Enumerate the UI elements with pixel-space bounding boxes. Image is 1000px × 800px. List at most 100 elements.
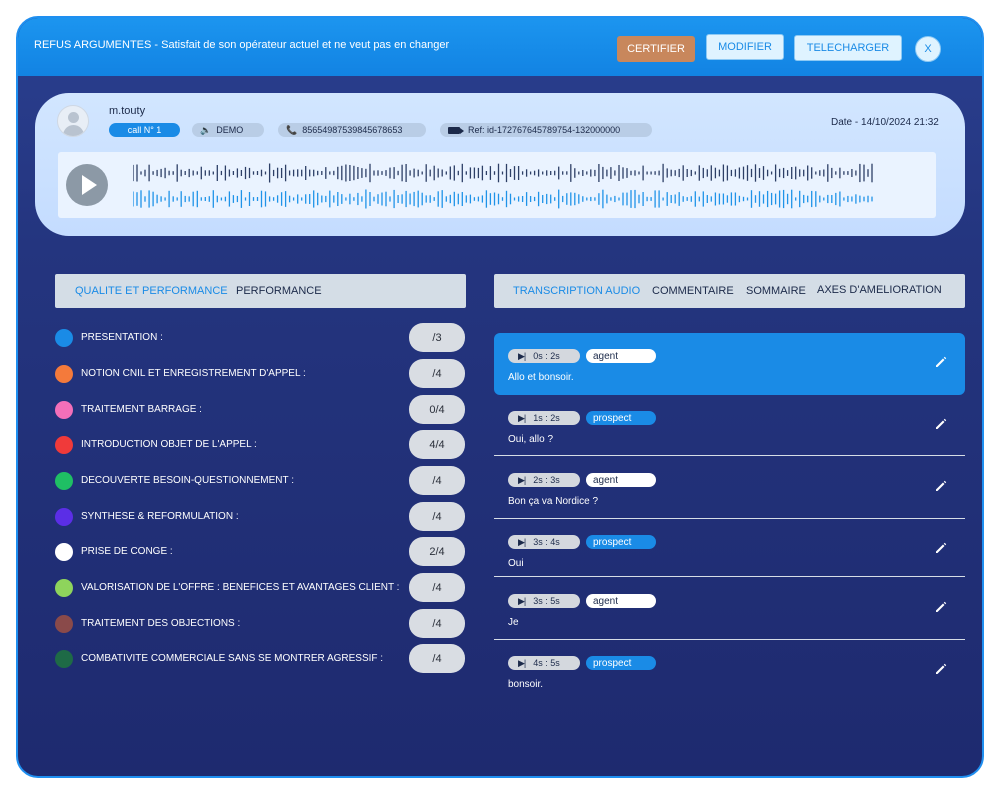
segment-play-button[interactable]: ▶| 3s : 5s: [508, 594, 580, 608]
header-bar: REFUS ARGUMENTES - Satisfait de son opér…: [18, 18, 982, 76]
criterion-color-dot: [55, 615, 73, 633]
segment-time: 3s : 4s: [533, 537, 560, 547]
criterion-color-dot: [55, 329, 73, 347]
criterion-row: SYNTHESE & REFORMULATION : /4: [53, 502, 468, 532]
criterion-label: TRAITEMENT BARRAGE :: [81, 404, 202, 415]
criterion-label: INTRODUCTION OBJET DE L'APPEL :: [81, 439, 257, 450]
criterion-row: VALORISATION DE L'OFFRE : BENEFICES ET A…: [53, 573, 468, 603]
criterion-color-dot: [55, 508, 73, 526]
tab-qualite-et-performance[interactable]: QUALITE ET PERFORMANCE: [75, 285, 228, 297]
pencil-icon[interactable]: [934, 479, 948, 493]
segment-play-button[interactable]: ▶| 2s : 3s: [508, 473, 580, 487]
criterion-label: TRAITEMENT DES OBJECTIONS :: [81, 618, 241, 629]
segment-play-button[interactable]: ▶| 3s : 4s: [508, 535, 580, 549]
play-pause-icon: ▶|: [518, 657, 526, 668]
criterion-color-dot: [55, 365, 73, 383]
call-outcome-title: REFUS ARGUMENTES - Satisfait de son opér…: [34, 39, 450, 51]
phone-badge: 📞 85654987539845678653: [278, 123, 426, 137]
certifier-button[interactable]: CERTIFIER: [617, 36, 695, 62]
transcript-tabs: TRANSCRIPTION AUDIO COMMENTAIRE SOMMAIRE…: [494, 274, 965, 308]
tab-axes-amelioration[interactable]: AXES D'AMELIORATION: [817, 284, 942, 296]
transcript-item[interactable]: ▶| 4s : 5s prospect bonsoir.: [494, 640, 965, 702]
transcript-text: Je: [508, 617, 519, 628]
criterion-label: PRESENTATION :: [81, 332, 163, 343]
segment-play-button[interactable]: ▶| 4s : 5s: [508, 656, 580, 670]
criterion-row: DECOUVERTE BESOIN-QUESTIONNEMENT : /4: [53, 466, 468, 496]
play-pause-icon: ▶|: [518, 412, 526, 423]
tab-commentaire[interactable]: COMMENTAIRE: [652, 285, 734, 297]
transcript-text: Oui: [508, 558, 524, 569]
username: m.touty: [109, 105, 146, 117]
segment-time: 2s : 3s: [533, 475, 560, 485]
criteria-tabs: QUALITE ET PERFORMANCE PERFORMANCE: [55, 274, 466, 308]
audio-player: [58, 152, 936, 218]
transcript-text: bonsoir.: [508, 679, 544, 690]
segment-time: 4s : 5s: [533, 658, 560, 668]
criterion-score[interactable]: 0/4: [409, 395, 465, 424]
criterion-label: DECOUVERTE BESOIN-QUESTIONNEMENT :: [81, 475, 294, 486]
transcript-item[interactable]: ▶| 3s : 4s prospect Oui: [494, 519, 965, 577]
call-info-card: m.touty call N° 1 🔈 DEMO 📞 8565498753984…: [35, 93, 965, 236]
criterion-score[interactable]: 2/4: [409, 537, 465, 566]
modifier-button[interactable]: MODIFIER: [706, 34, 784, 60]
criterion-color-dot: [55, 543, 73, 561]
pencil-icon[interactable]: [934, 662, 948, 676]
call-number-label: call N° 1: [127, 125, 162, 135]
criterion-color-dot: [55, 472, 73, 490]
tab-transcription-audio[interactable]: TRANSCRIPTION AUDIO: [513, 285, 640, 297]
pencil-icon[interactable]: [934, 417, 948, 431]
avatar-head-icon: [68, 112, 79, 123]
tab-sommaire[interactable]: SOMMAIRE: [746, 285, 806, 297]
transcript-item[interactable]: ▶| 2s : 3s agent Bon ça va Nordice ?: [494, 457, 965, 519]
speaker-icon: 🔈: [200, 124, 212, 135]
speaker-badge: prospect: [586, 411, 656, 425]
reference-badge: Ref: id-172767645789754-132000000: [440, 123, 652, 137]
criterion-row: TRAITEMENT BARRAGE : 0/4: [53, 395, 468, 425]
criterion-row: PRESENTATION : /3: [53, 323, 468, 353]
reference-id: Ref: id-172767645789754-132000000: [468, 125, 621, 135]
criterion-color-dot: [55, 401, 73, 419]
segment-time: 3s : 5s: [533, 596, 560, 606]
criterion-row: INTRODUCTION OBJET DE L'APPEL : 4/4: [53, 430, 468, 460]
criterion-score[interactable]: /4: [409, 573, 465, 602]
transcript-item[interactable]: ▶| 3s : 5s agent Je: [494, 578, 965, 640]
waveform-agent[interactable]: [133, 163, 876, 183]
transcript-item[interactable]: ▶| 1s : 2s prospect Oui, allo ?: [494, 395, 965, 456]
call-date: Date - 14/10/2024 21:32: [831, 117, 939, 128]
pencil-icon[interactable]: [934, 541, 948, 555]
play-pause-icon: ▶|: [518, 350, 526, 361]
pencil-icon[interactable]: [934, 600, 948, 614]
criterion-score[interactable]: /4: [409, 359, 465, 388]
telecharger-button[interactable]: TELECHARGER: [794, 35, 902, 61]
speaker-badge: prospect: [586, 535, 656, 549]
phone-number: 85654987539845678653: [302, 125, 403, 135]
play-pause-icon: ▶|: [518, 474, 526, 485]
transcript-item[interactable]: ▶| 0s : 2s agent Allo et bonsoir.: [494, 333, 965, 395]
tab-performance[interactable]: PERFORMANCE: [236, 285, 322, 297]
close-button[interactable]: X: [915, 36, 941, 62]
speaker-badge: prospect: [586, 656, 656, 670]
pencil-icon[interactable]: [934, 355, 948, 369]
criterion-score[interactable]: /4: [409, 502, 465, 531]
speaker-badge: agent: [586, 473, 656, 487]
campaign-label: DEMO: [216, 125, 244, 135]
play-icon[interactable]: [66, 164, 108, 206]
criterion-row: NOTION CNIL ET ENREGISTREMENT D'APPEL : /…: [53, 359, 468, 389]
segment-time: 0s : 2s: [533, 351, 560, 361]
criterion-row: PRISE DE CONGE : 2/4: [53, 537, 468, 567]
criterion-score[interactable]: /4: [409, 644, 465, 673]
criterion-score[interactable]: /4: [409, 609, 465, 638]
criterion-score[interactable]: 4/4: [409, 430, 465, 459]
transcript-text: Oui, allo ?: [508, 434, 554, 445]
criterion-score[interactable]: /3: [409, 323, 465, 352]
criterion-label: PRISE DE CONGE :: [81, 546, 173, 557]
criterion-row: COMBATIVITE COMMERCIALE SANS SE MONTRER …: [53, 644, 468, 674]
play-pause-icon: ▶|: [518, 595, 526, 606]
segment-play-button[interactable]: ▶| 1s : 2s: [508, 411, 580, 425]
criterion-score[interactable]: /4: [409, 466, 465, 495]
criterion-label: NOTION CNIL ET ENREGISTREMENT D'APPEL :: [81, 368, 306, 379]
waveform-prospect[interactable]: [133, 189, 876, 209]
segment-play-button[interactable]: ▶| 0s : 2s: [508, 349, 580, 363]
criterion-color-dot: [55, 650, 73, 668]
avatar: [57, 105, 89, 137]
